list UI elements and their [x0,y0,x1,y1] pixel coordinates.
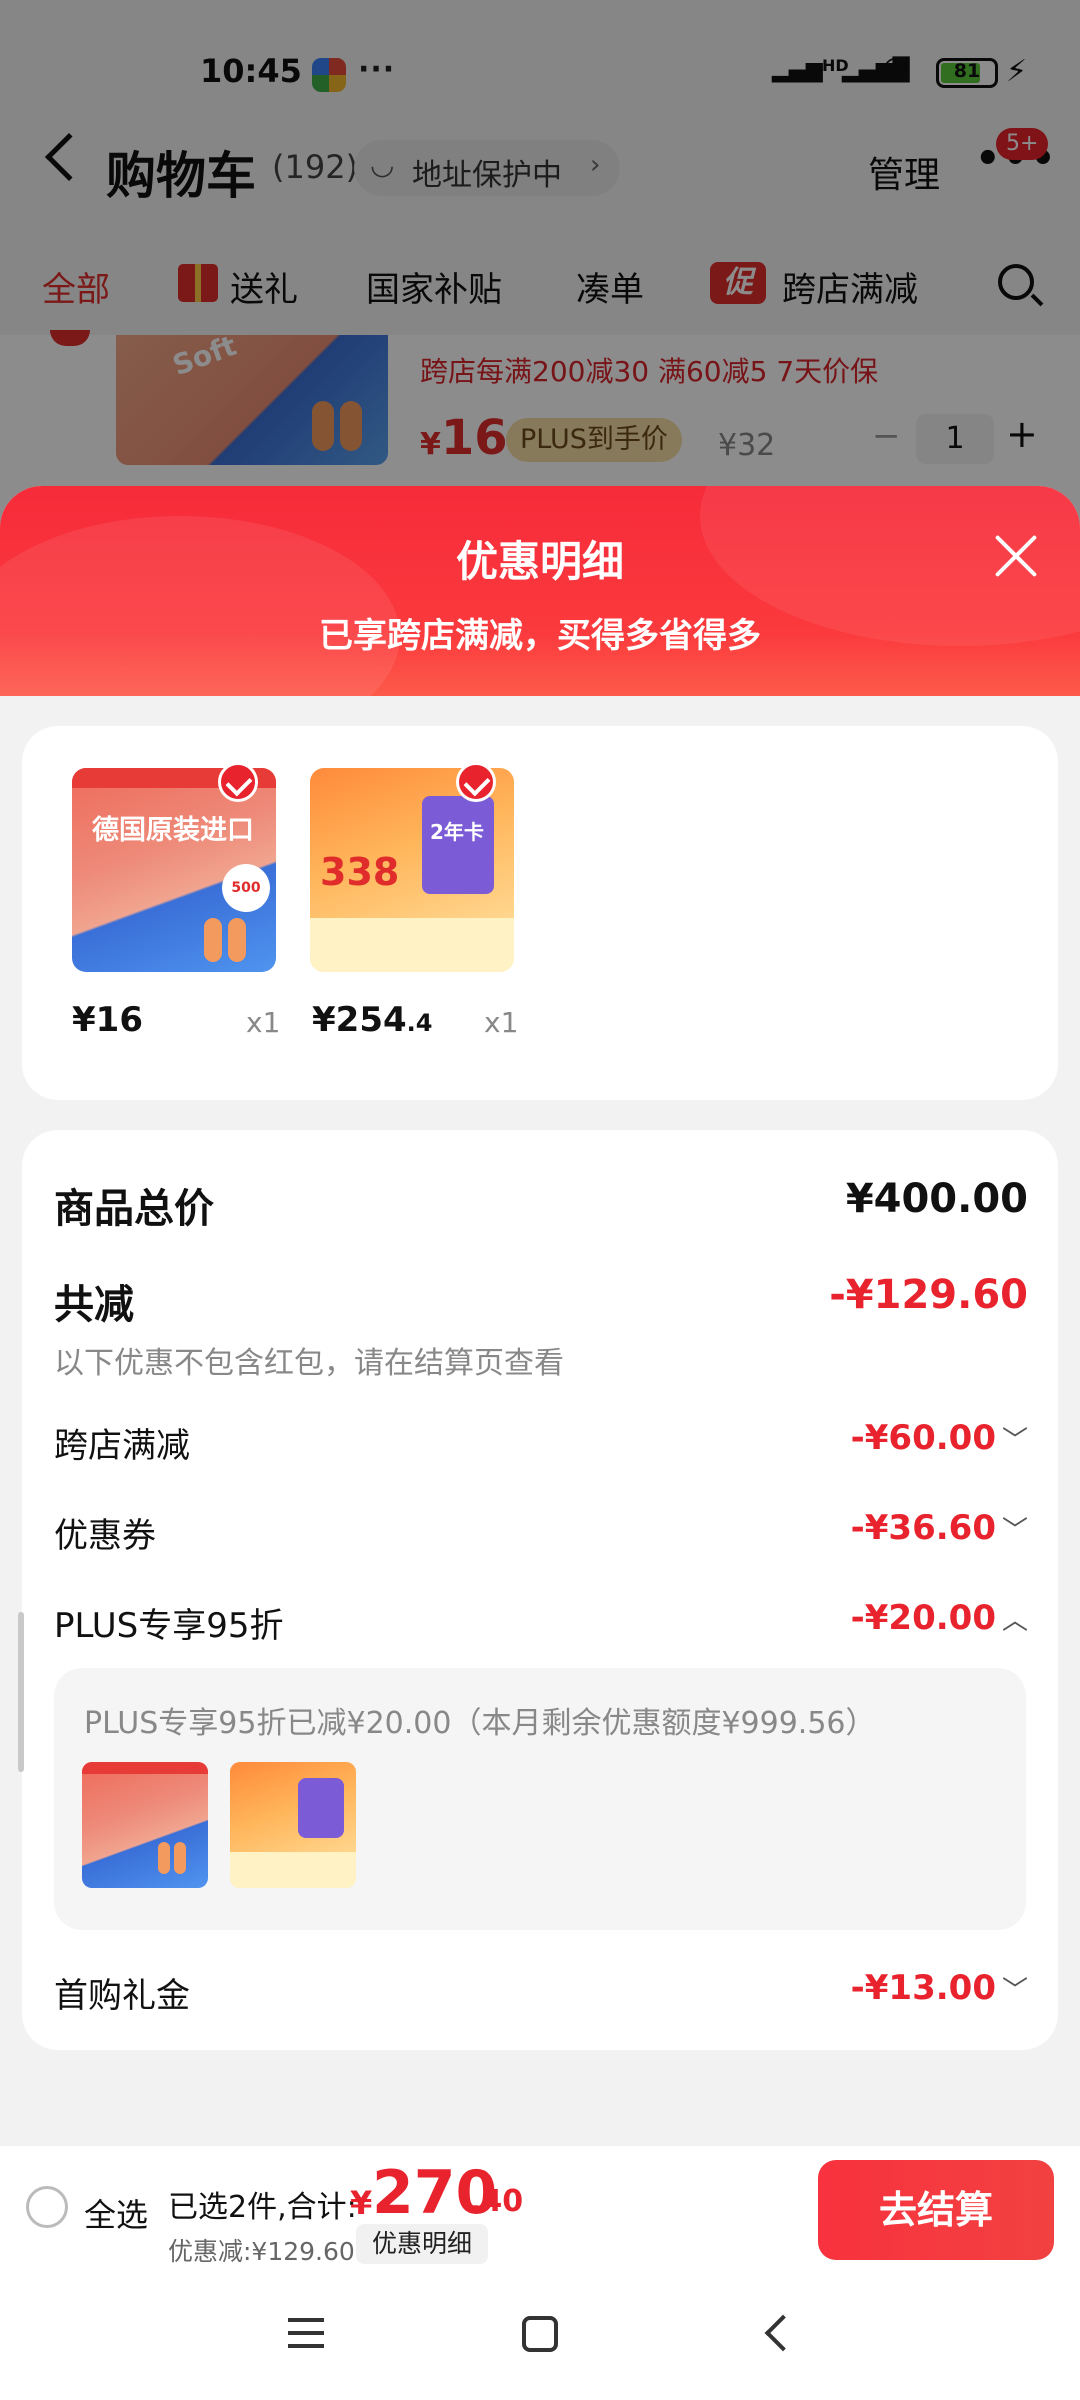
item-price-main: ¥254 [312,1000,407,1040]
discount-label: 共减 [54,1282,134,1328]
item-thumbnail-label: 338 [320,850,400,894]
chevron-down-icon: ﹀ [1001,1976,1028,2006]
row-value: -¥60.00 [850,1418,996,1458]
row-value: -¥13.00 [850,1968,996,2008]
row-value: -¥20.00 [850,1598,996,1638]
check-icon[interactable] [218,762,258,802]
item-price-decimal: .4 [406,1009,433,1037]
item-price: ¥16 [72,1000,143,1040]
discount-value: -¥129.60 [829,1272,1028,1318]
item-price: ¥254.4 [312,1000,432,1040]
close-icon[interactable] [994,534,1038,578]
row-cross-store[interactable]: -¥60.00 ﹀ [851,1418,1028,1458]
total-label: 商品总价 [54,1186,214,1232]
row-label-plus: PLUS专享95折 [54,1606,284,1646]
row-plus[interactable]: -¥20.00 ︿ [851,1598,1028,1638]
discount-note: 以下优惠不包含红包，请在结算页查看 [54,1346,564,1381]
row-first-purchase[interactable]: -¥13.00 ﹀ [851,1968,1028,2008]
selected-summary: 已选2件,合计: [168,2190,357,2225]
checkout-button[interactable]: 去结算 [818,2160,1054,2260]
total-decimal: .40 [470,2184,524,2219]
item-qty: x1 [484,1006,519,1039]
row-label-first-purchase: 首购礼金 [54,1976,190,2016]
chevron-down-icon: ﹀ [1001,1426,1028,1456]
sheet-title: 优惠明细 [455,537,624,586]
chevron-down-icon: ﹀ [1001,1516,1028,1546]
plus-item-thumbnail [82,1762,208,1888]
item-thumbnail-badge: 500 [222,864,270,912]
row-value: -¥36.60 [850,1508,996,1548]
sheet-header: 优惠明细 已享跨店满减，买得多省得多 [0,486,1080,696]
scrollbar[interactable] [18,1612,24,1772]
discount-detail-button[interactable]: 优惠明细 [356,2224,489,2264]
menu-icon[interactable] [288,2318,324,2348]
discount-summary: 优惠减:¥129.60 [168,2237,355,2266]
home-icon[interactable] [522,2316,558,2352]
checkout-bar: 全选 已选2件,合计: ¥ 270 .40 优惠减:¥129.60 优惠明细 去… [0,2146,1080,2276]
plus-item-thumbnail [230,1762,356,1888]
check-icon[interactable] [456,762,496,802]
item-qty: x1 [246,1006,281,1039]
sheet-subtitle: 已享跨店满减，买得多省得多 [319,616,761,656]
chevron-up-icon: ︿ [1001,1606,1028,1636]
discount-detail-sheet: 优惠明细 已享跨店满减，买得多省得多 德国原装进口 500 ¥16 x1 338… [0,486,1080,2400]
back-icon[interactable] [764,2314,802,2352]
item-thumbnail-label: 德国原装进口 [92,815,254,846]
select-all-label[interactable]: 全选 [84,2190,148,2236]
total-value: ¥400.00 [845,1176,1028,1222]
selected-items-card: 德国原装进口 500 ¥16 x1 338 2年卡 ¥254.4 x1 [22,726,1058,1100]
plus-detail-text: PLUS专享95折已减¥20.00（本月剩余优惠额度¥999.56） [84,1706,876,1741]
row-label-coupon: 优惠券 [54,1516,156,1556]
total-currency: ¥ [350,2184,373,2222]
row-coupon[interactable]: -¥36.60 ﹀ [851,1508,1028,1548]
system-nav-bar [0,2276,1080,2400]
item-thumbnail-badge: 2年卡 [430,820,484,844]
select-all-radio[interactable] [26,2186,68,2228]
row-label-cross-store: 跨店满减 [54,1426,190,1466]
plus-discount-detail: PLUS专享95折已减¥20.00（本月剩余优惠额度¥999.56） [54,1668,1026,1930]
price-summary-card: 商品总价 ¥400.00 共减 -¥129.60 以下优惠不包含红包，请在结算页… [22,1130,1058,2050]
